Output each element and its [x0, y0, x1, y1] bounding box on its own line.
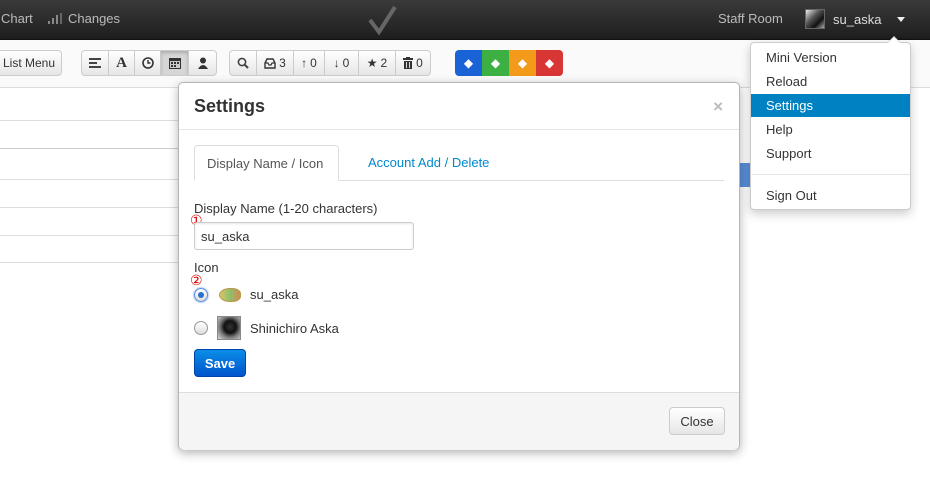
- display-name-input[interactable]: [194, 222, 414, 250]
- tag-orange-button[interactable]: ◆: [509, 50, 536, 76]
- tag-icon: ◆: [463, 56, 474, 70]
- user-dropdown-menu: Mini Version Reload Settings Help Suppor…: [750, 36, 911, 210]
- tag-blue-button[interactable]: ◆: [455, 50, 482, 76]
- menu-item-settings[interactable]: Settings: [751, 94, 910, 117]
- user-button[interactable]: [189, 50, 217, 76]
- nav-chart-link[interactable]: Chart: [1, 11, 33, 26]
- nav-changes-link[interactable]: Changes: [48, 11, 120, 26]
- list-divider: [0, 235, 180, 236]
- username-label: su_aska: [833, 11, 882, 27]
- fish-icon: [219, 288, 241, 302]
- clock-button[interactable]: [135, 50, 161, 76]
- logo-checkmark-icon[interactable]: [368, 4, 398, 39]
- user-menu-toggle[interactable]: su_aska: [805, 9, 906, 29]
- align-left-button[interactable]: [81, 50, 109, 76]
- menu-divider: [752, 174, 910, 175]
- font-a-icon: A: [116, 54, 127, 71]
- inbox-icon: [264, 57, 276, 69]
- modal-header: Settings ×: [179, 83, 739, 130]
- signal-bars-icon: [48, 13, 62, 24]
- top-navbar: Chart Changes Staff Room su_aska: [0, 0, 930, 40]
- tag-icon: ◆: [490, 56, 501, 70]
- icon-radio-shinichiro-aska[interactable]: [194, 321, 208, 335]
- save-button[interactable]: Save: [194, 349, 246, 377]
- avatar: [805, 9, 825, 29]
- close-icon[interactable]: ×: [713, 97, 723, 117]
- clock-icon: [141, 57, 154, 69]
- menu-item-mini-version[interactable]: Mini Version: [751, 46, 910, 69]
- inbox-count: 3: [279, 56, 286, 70]
- icon-option-label: Shinichiro Aska: [250, 321, 339, 336]
- caret-down-icon: [897, 16, 906, 22]
- list-menu-button[interactable]: List Menu: [0, 50, 62, 76]
- inbox-filter-button[interactable]: 3: [257, 50, 294, 76]
- tag-icon: ◆: [544, 56, 555, 70]
- tag-icon: ◆: [517, 56, 528, 70]
- photo-icon: [217, 316, 241, 340]
- star-count: 2: [380, 56, 388, 70]
- star-filter-button[interactable]: ★ 2: [359, 50, 396, 76]
- annotation-marker-2: ②: [190, 272, 203, 288]
- menu-item-sign-out[interactable]: Sign Out: [751, 184, 910, 207]
- tag-color-group: ◆ ◆ ◆ ◆: [455, 50, 563, 76]
- up-filter-button[interactable]: ↑ 0: [294, 50, 325, 76]
- display-name-label: Display Name (1-20 characters): [194, 201, 378, 216]
- icon-radio-su-aska[interactable]: [194, 288, 208, 302]
- tab-account-add-delete[interactable]: Account Add / Delete: [356, 145, 501, 181]
- settings-modal: Settings × Display Name / Icon Account A…: [178, 82, 740, 450]
- list-divider: [0, 148, 180, 149]
- tag-red-button[interactable]: ◆: [536, 50, 563, 76]
- arrow-up-icon: ↑: [301, 56, 308, 70]
- nav-chart-label: Chart: [1, 11, 33, 26]
- menu-item-help[interactable]: Help: [751, 118, 910, 141]
- up-count: 0: [310, 56, 317, 70]
- arrow-down-icon: ↓: [333, 56, 340, 70]
- trash-filter-button[interactable]: 0: [396, 50, 431, 76]
- settings-tabs: Display Name / Icon Account Add / Delete: [194, 145, 724, 181]
- list-divider: [0, 179, 180, 180]
- align-left-icon: [89, 58, 101, 68]
- menu-item-reload[interactable]: Reload: [751, 70, 910, 93]
- close-button[interactable]: Close: [669, 407, 725, 435]
- modal-footer: Close: [179, 392, 739, 450]
- search-button[interactable]: [229, 50, 257, 76]
- font-button[interactable]: A: [109, 50, 135, 76]
- star-icon: ★: [366, 56, 378, 70]
- list-divider: [0, 120, 180, 121]
- down-filter-button[interactable]: ↓ 0: [325, 50, 359, 76]
- filter-group: 3 ↑ 0 ↓ 0 ★ 2 0: [229, 50, 431, 76]
- trash-count: 0: [416, 56, 423, 70]
- list-divider: [0, 262, 180, 263]
- down-count: 0: [342, 56, 350, 70]
- menu-item-support[interactable]: Support: [751, 142, 910, 165]
- calendar-button[interactable]: [161, 50, 189, 76]
- list-divider: [0, 207, 180, 208]
- tag-green-button[interactable]: ◆: [482, 50, 509, 76]
- tab-display-name-icon[interactable]: Display Name / Icon: [194, 145, 339, 181]
- trash-icon: [403, 57, 414, 69]
- icon-option-label: su_aska: [250, 287, 299, 302]
- list-menu-label: List Menu: [2, 56, 56, 70]
- user-icon: [197, 57, 208, 69]
- calendar-icon: [168, 58, 181, 69]
- nav-changes-label: Changes: [68, 11, 121, 26]
- modal-title: Settings: [194, 96, 266, 116]
- search-icon: [237, 57, 249, 69]
- staff-room-link[interactable]: Staff Room: [718, 11, 783, 26]
- view-mode-group: A: [81, 50, 217, 76]
